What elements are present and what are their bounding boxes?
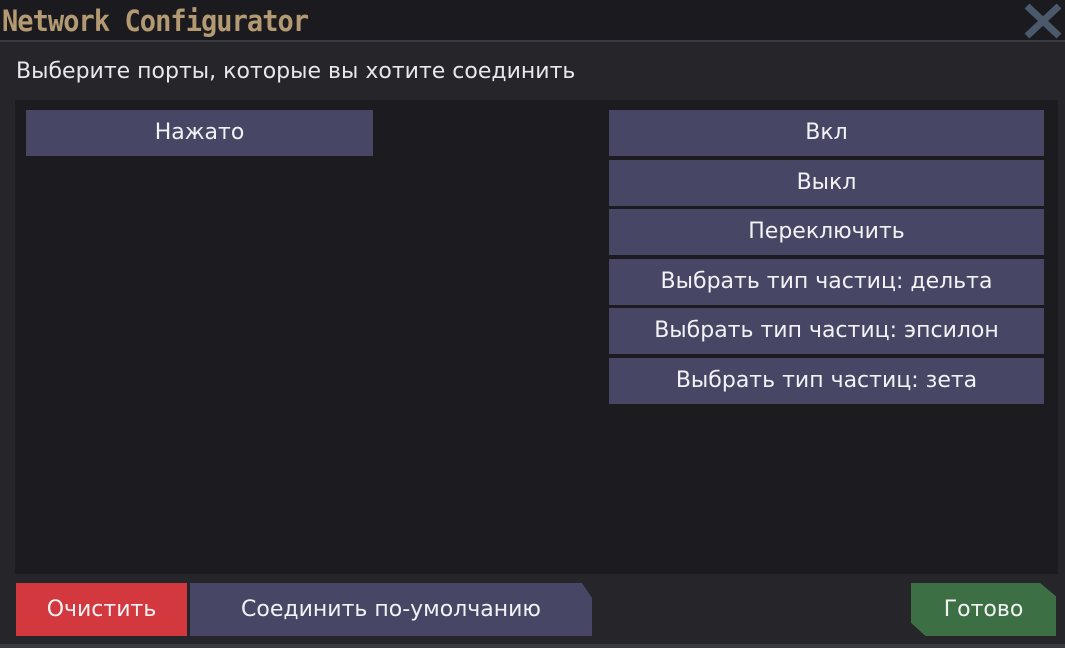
network-configurator-window: Network Configurator Выберите порты, кот… [0, 0, 1065, 648]
sink-port-zeta[interactable]: Выбрать тип частиц: зета [609, 357, 1044, 404]
clear-button[interactable]: Очистить [16, 583, 187, 636]
sink-port-delta[interactable]: Выбрать тип частиц: дельта [609, 258, 1044, 305]
done-button[interactable]: Готово [911, 583, 1056, 636]
close-button[interactable] [1021, 0, 1065, 42]
sink-port-list: Вкл Выкл Переключить Выбрать тип частиц:… [609, 110, 1044, 408]
sink-port-on[interactable]: Вкл [609, 110, 1044, 156]
sink-port-toggle[interactable]: Переключить [609, 209, 1044, 256]
connect-default-button[interactable]: Соединить по-умолчанию [190, 583, 592, 636]
source-port-pressed[interactable]: Нажато [26, 110, 373, 156]
close-icon [1024, 3, 1062, 39]
port-selection-panel: Нажато Вкл Выкл Переключить Выбрать тип … [15, 100, 1058, 574]
sink-port-off[interactable]: Выкл [609, 159, 1044, 206]
sink-port-epsilon[interactable]: Выбрать тип частиц: эпсилон [609, 308, 1044, 355]
title-bar[interactable]: Network Configurator [0, 0, 1065, 42]
window-title: Network Configurator [2, 4, 309, 38]
instruction-text: Выберите порты, которые вы хотите соедин… [16, 59, 576, 84]
bottom-border [0, 644, 1065, 648]
